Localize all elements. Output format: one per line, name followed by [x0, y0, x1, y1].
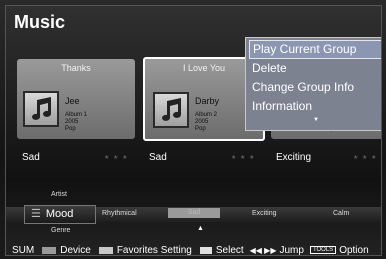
menu-lines-icon: ☰: [31, 208, 41, 220]
filter-option-calm[interactable]: Calm: [333, 210, 349, 217]
source-label: SUM: [12, 244, 35, 256]
card-mood: Sad: [149, 152, 167, 163]
music-note-icon: [23, 91, 59, 127]
tools-menu: Play Current Group Delete Change Group I…: [245, 37, 381, 131]
card-mood: Sad: [22, 152, 40, 163]
menu-item-play-current-group[interactable]: Play Current Group: [249, 40, 381, 59]
rating-stars: ★ ★ ★: [353, 155, 378, 161]
card-meta: Album 2 2005 Pop: [195, 112, 217, 133]
tools-key-icon: TOOLS: [309, 246, 337, 254]
filter-option-exciting[interactable]: Exciting: [252, 210, 277, 217]
music-group-card[interactable]: Thanks Jee Album 1 2005 Pop: [17, 59, 135, 139]
jump-arrows-icon: ◀◀ ▶▶: [249, 245, 277, 255]
card-artist: Jee: [65, 96, 80, 106]
menu-item-change-group-info[interactable]: Change Group Info: [249, 78, 381, 97]
music-screen: Music Thanks Jee Album 1 2005 Pop Sad ★ …: [5, 5, 382, 256]
card-mood: Exciting: [276, 152, 312, 163]
page-title: Music: [14, 12, 66, 32]
menu-item-information[interactable]: Information: [249, 97, 381, 116]
filter-option-rhythmical[interactable]: Rhythmical: [102, 210, 137, 217]
select-button-icon: [199, 246, 212, 254]
filter-below-label[interactable]: Genre: [51, 227, 70, 234]
select-label: Select: [215, 244, 244, 256]
menu-item-delete[interactable]: Delete: [249, 59, 381, 78]
favorites-label: Favorites Setting: [116, 244, 192, 256]
filter-option-sad[interactable]: Sad: [168, 208, 220, 218]
option-label: Option: [339, 244, 369, 256]
rating-stars: ★ ★ ★: [104, 155, 129, 161]
device-button-icon: [42, 246, 57, 254]
card-year: 2005: [195, 119, 209, 125]
selected-caret-icon: ▲: [197, 225, 204, 232]
favorites-button-icon: [98, 246, 113, 254]
key-guide-footer: SUM Device Favorites Setting Select ◀◀ ▶…: [6, 242, 381, 256]
scroll-down-icon[interactable]: ▼: [249, 116, 381, 124]
jump-label: Jump: [279, 244, 304, 256]
card-genre: Pop: [195, 126, 206, 132]
filter-category-selector[interactable]: ☰ Mood: [24, 205, 96, 224]
device-label: Device: [60, 244, 91, 256]
card-genre: Pop: [65, 126, 76, 132]
card-album: Album 1: [65, 112, 88, 118]
card-album: Album 2: [195, 112, 218, 118]
filter-current-label: Mood: [45, 208, 74, 220]
card-title: Thanks: [61, 63, 91, 73]
music-note-icon: [153, 92, 189, 128]
card-year: 2005: [65, 119, 79, 125]
filter-above-label[interactable]: Artist: [51, 191, 67, 198]
rating-stars: ★ ★ ★: [231, 155, 256, 161]
card-artist: Darby: [195, 96, 220, 106]
card-meta: Album 1 2005 Pop: [65, 112, 87, 133]
